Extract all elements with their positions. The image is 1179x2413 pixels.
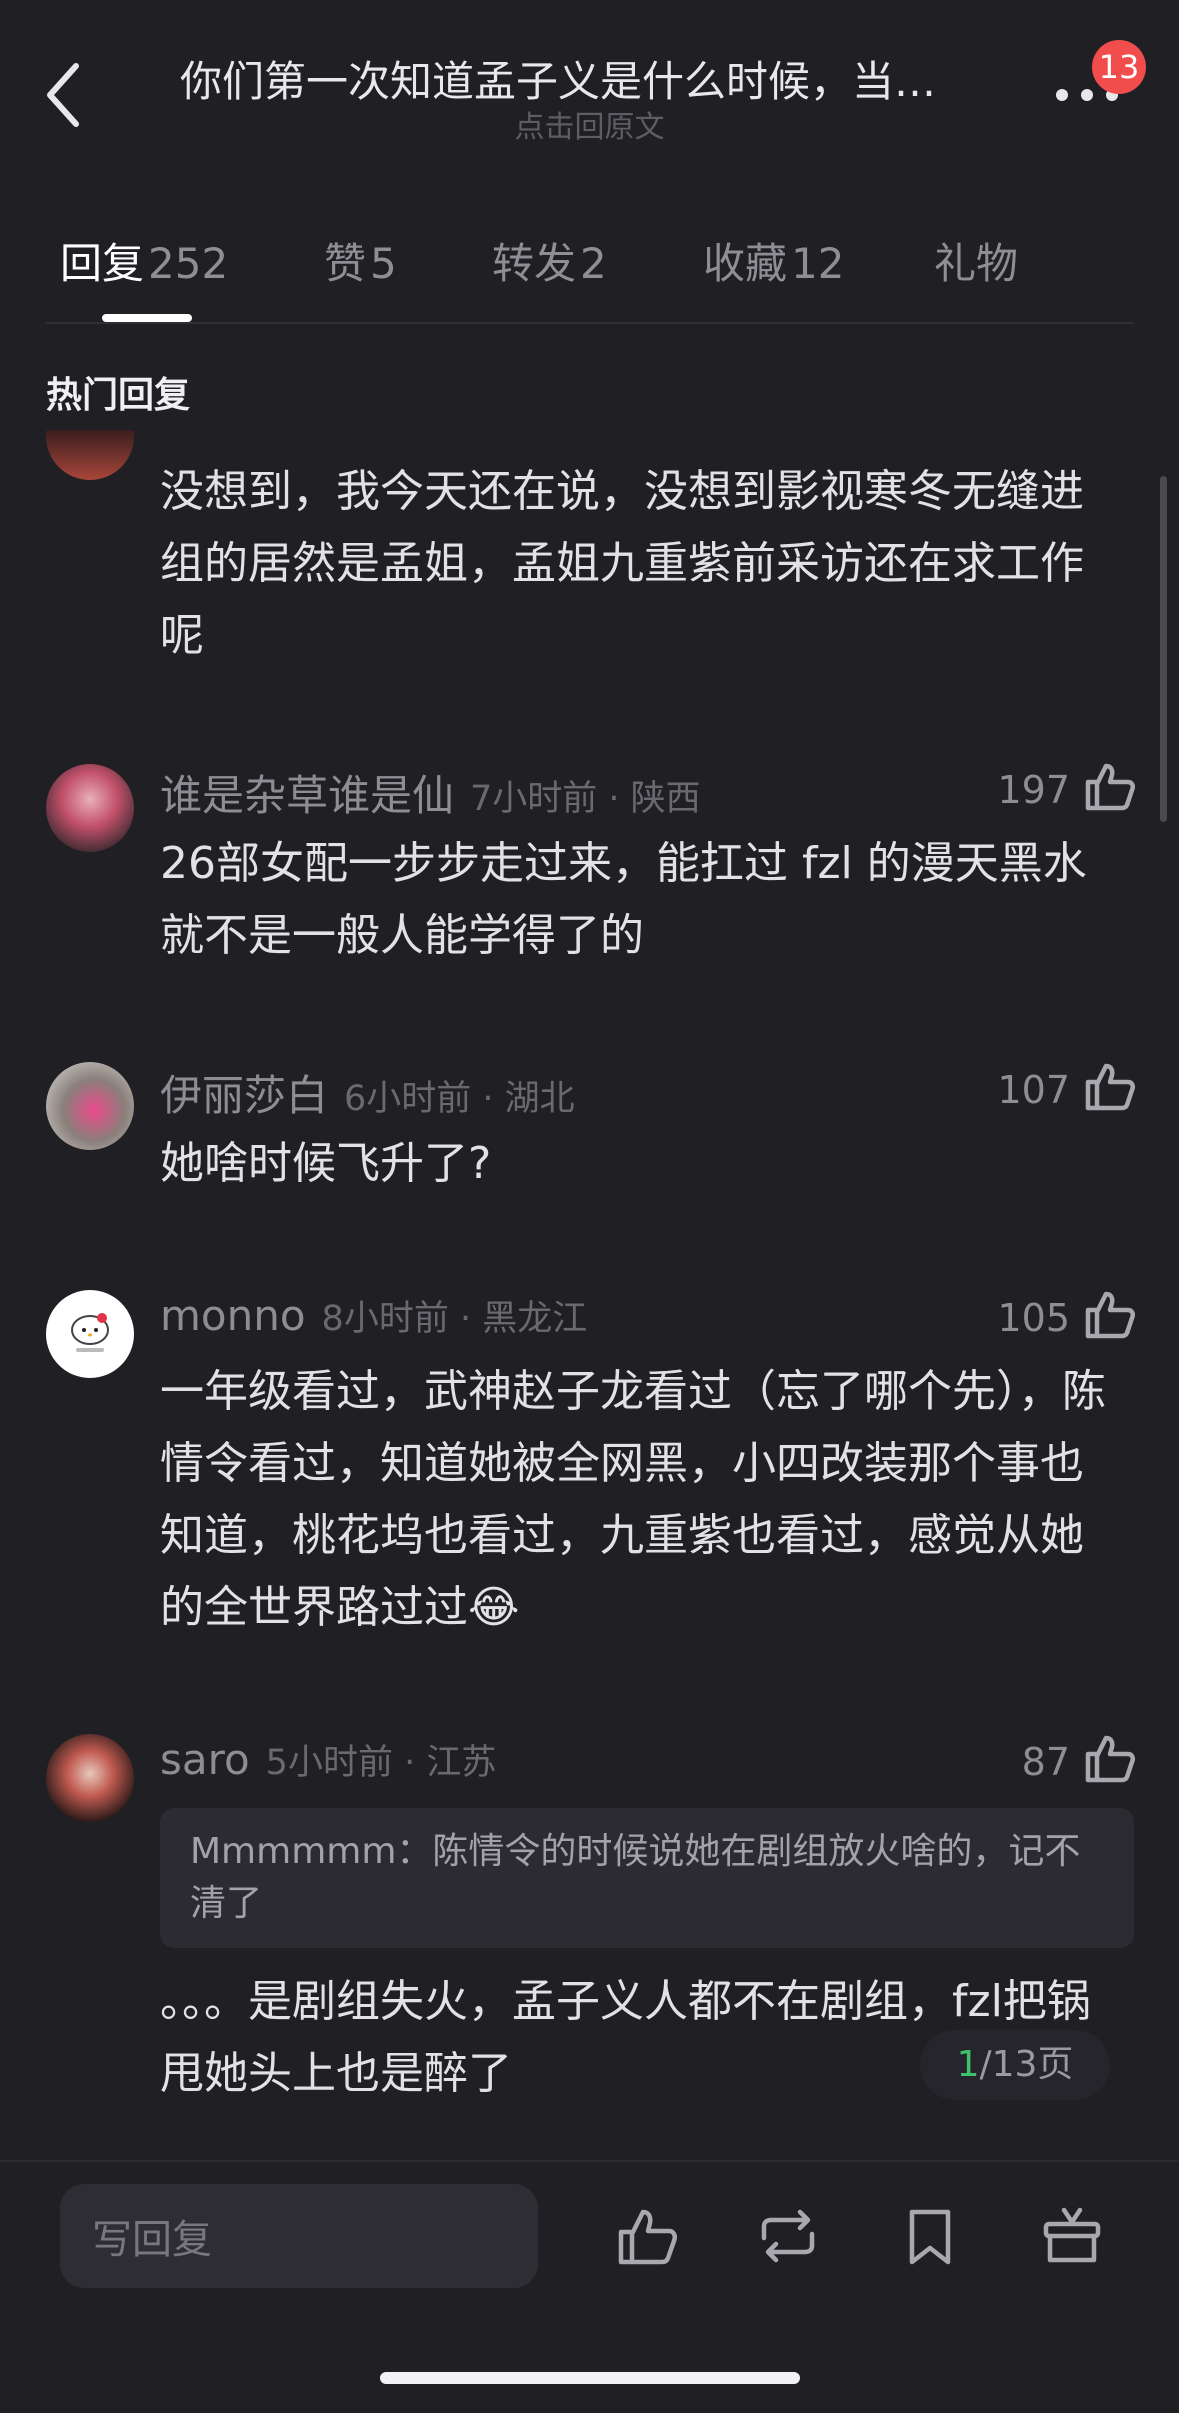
comment-meta: 5小时前 · 江苏 xyxy=(265,1743,497,1783)
comment-header: 谁是杂草谁是仙 7小时前 · 陕西 xyxy=(160,762,701,823)
active-tab-indicator xyxy=(102,314,192,322)
tab-reposts[interactable]: 转发2 xyxy=(492,230,607,291)
avatar[interactable] xyxy=(46,1734,134,1822)
tab-favorites[interactable]: 收藏12 xyxy=(703,230,844,291)
comment-header: saro 5小时前 · 江苏 xyxy=(160,1734,496,1785)
comment-meta: 8小时前 · 黑龙江 xyxy=(321,1299,588,1339)
avatar[interactable] xyxy=(46,764,134,852)
like-count: 87 xyxy=(1021,1740,1070,1784)
comment-text: 没想到，我今天还在说，没想到影视寒冬无缝进组的居然是孟姐，孟姐九重紫前采访还在求… xyxy=(160,466,1084,661)
page-indicator[interactable]: 1/13页 xyxy=(920,2030,1110,2100)
view-original-link[interactable]: 点击回原文 xyxy=(0,102,1179,146)
comment-text: 她啥时候飞升了? xyxy=(160,1138,492,1189)
tab-gifts[interactable]: 礼物 xyxy=(934,230,1018,291)
hello-kitty-icon xyxy=(71,1313,109,1352)
divider xyxy=(46,322,1134,324)
gift-icon[interactable] xyxy=(1040,2204,1104,2268)
bookmark-icon[interactable] xyxy=(898,2204,962,2268)
like-count: 107 xyxy=(997,1068,1070,1112)
comment-header: monno 8小时前 · 黑龙江 xyxy=(160,1290,587,1341)
thumbs-up-icon[interactable] xyxy=(1084,1732,1136,1784)
home-indicator[interactable] xyxy=(380,2372,800,2384)
tab-replies[interactable]: 回复252 xyxy=(60,230,228,291)
thumbs-up-icon[interactable] xyxy=(1084,1060,1136,1112)
notification-badge: 13 xyxy=(1092,40,1146,94)
comment-text: 一年级看过，武神赵子龙看过（忘了哪个先），陈情令看过，知道她被全网黑，小四改装那… xyxy=(160,1366,1106,1633)
thumbs-up-icon[interactable] xyxy=(1084,760,1136,812)
thumbs-up-icon[interactable] xyxy=(1084,1288,1136,1340)
username[interactable]: monno xyxy=(160,1291,306,1340)
thumbs-up-icon[interactable] xyxy=(615,2204,679,2268)
like-count: 197 xyxy=(997,768,1070,812)
username[interactable]: 伊丽莎白 xyxy=(160,1071,328,1120)
username[interactable]: 谁是杂草谁是仙 xyxy=(160,771,454,820)
like-count: 105 xyxy=(997,1296,1070,1340)
comment-meta: 6小时前 · 湖北 xyxy=(344,1079,575,1119)
reply-placeholder[interactable]: 写回复 xyxy=(92,2207,212,2265)
quoted-reply-text: Mmmmmm：陈情令的时候说她在剧组放火啥的，记不清了 xyxy=(190,1831,1081,1924)
username[interactable]: saro xyxy=(160,1735,250,1784)
post-title[interactable]: 你们第一次知道孟子义是什么时候，当… xyxy=(180,48,1000,109)
repost-icon[interactable] xyxy=(756,2204,820,2268)
tab-likes[interactable]: 赞5 xyxy=(324,230,397,291)
comment-meta: 7小时前 · 陕西 xyxy=(470,779,701,819)
avatar[interactable] xyxy=(46,430,134,480)
section-title: 热门回复 xyxy=(46,375,191,416)
avatar[interactable] xyxy=(46,1290,134,1378)
comment-text: 26部女配一步步走过来，能扛过 fzl 的漫天黑水就不是一般人能学得了的 xyxy=(160,838,1087,961)
comment-header: 伊丽莎白 6小时前 · 湖北 xyxy=(160,1062,575,1123)
scrollbar[interactable] xyxy=(1160,476,1167,822)
avatar[interactable] xyxy=(46,1062,134,1150)
